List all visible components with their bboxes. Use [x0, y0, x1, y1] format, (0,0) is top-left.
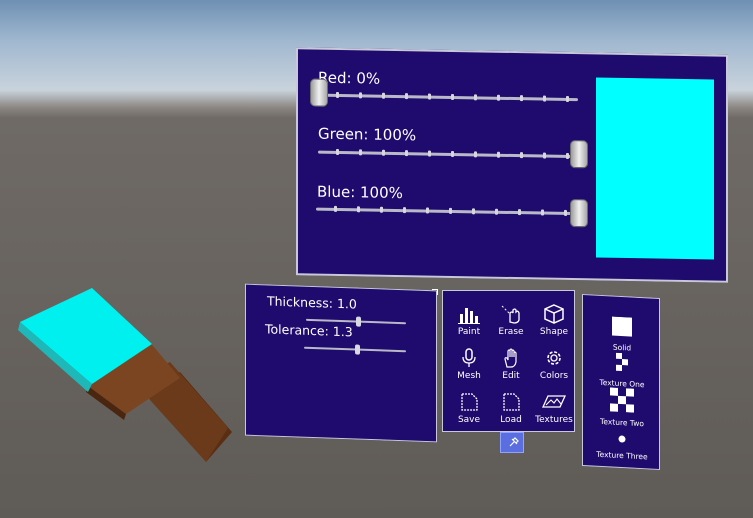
mesh-button[interactable]: Mesh — [447, 347, 491, 381]
document-icon — [503, 393, 520, 411]
solid-swatch-icon — [612, 316, 632, 337]
colors-label: Colors — [539, 371, 569, 381]
color-preview-swatch — [596, 77, 714, 260]
save-label: Save — [457, 415, 481, 425]
green-slider-label: Green: 100% — [318, 124, 417, 145]
erase-button[interactable]: Erase — [489, 303, 533, 337]
load-label: Load — [500, 415, 522, 425]
thickness-slider-thumb[interactable] — [356, 316, 361, 327]
red-slider-thumb[interactable] — [310, 78, 328, 107]
pin-icon — [509, 437, 519, 447]
save-button[interactable]: Save — [447, 391, 491, 425]
blue-slider-track[interactable] — [316, 205, 580, 216]
shape-label: Shape — [539, 327, 569, 337]
gear-icon — [547, 351, 561, 365]
hand-icon — [504, 348, 517, 368]
red-slider-track[interactable] — [318, 91, 578, 102]
hand-icon — [501, 305, 520, 324]
document-icon — [461, 393, 478, 411]
blue-slider-thumb[interactable] — [570, 199, 588, 228]
image-icon — [542, 395, 566, 408]
dot-icon — [618, 435, 626, 443]
edit-button[interactable]: Edit — [489, 347, 533, 381]
paint-label: Paint — [457, 327, 481, 337]
tolerance-slider-thumb[interactable] — [355, 344, 360, 355]
blue-slider-label: Blue: 100% — [317, 182, 403, 203]
texture-two-label: Texture Two — [600, 416, 644, 429]
green-slider-thumb[interactable] — [570, 140, 588, 169]
load-button[interactable]: Load — [489, 391, 533, 425]
tolerance-label: Tolerance: 1.3 — [265, 321, 353, 340]
color-picker-panel: Red: 0% Green: 100% Blue: 100% — [296, 47, 728, 283]
brush-settings-panel: Thickness: 1.0 Tolerance: 1.3 — [245, 283, 437, 443]
edit-label: Edit — [502, 371, 520, 381]
checker-small-icon — [616, 352, 628, 372]
texture-solid-button[interactable]: Solid — [583, 315, 661, 354]
tool-menu-panel: Paint Erase Shape Mesh Edit Colors Save … — [442, 290, 575, 432]
texture-three-button[interactable]: Texture Three — [583, 428, 661, 462]
mesh-label: Mesh — [457, 371, 481, 381]
bar-chart-icon — [458, 308, 480, 324]
paint-button[interactable]: Paint — [447, 303, 491, 337]
erase-label: Erase — [498, 327, 524, 337]
cube-icon — [544, 304, 564, 324]
texture-three-label: Texture Three — [596, 449, 648, 462]
textures-button[interactable]: Textures — [532, 391, 576, 425]
textures-label: Textures — [535, 415, 573, 425]
thickness-label: Thickness: 1.0 — [267, 293, 357, 312]
texture-panel: Solid Texture One Texture Two Texture Th… — [582, 293, 661, 471]
checker-large-icon — [610, 387, 634, 413]
pin-button[interactable] — [500, 432, 524, 453]
shape-button[interactable]: Shape — [532, 303, 576, 337]
colors-button[interactable]: Colors — [532, 347, 576, 381]
texture-one-button[interactable]: Texture One — [583, 351, 661, 390]
texture-two-button[interactable]: Texture Two — [583, 386, 661, 429]
microphone-icon — [462, 348, 476, 367]
green-slider-track[interactable] — [318, 148, 580, 159]
